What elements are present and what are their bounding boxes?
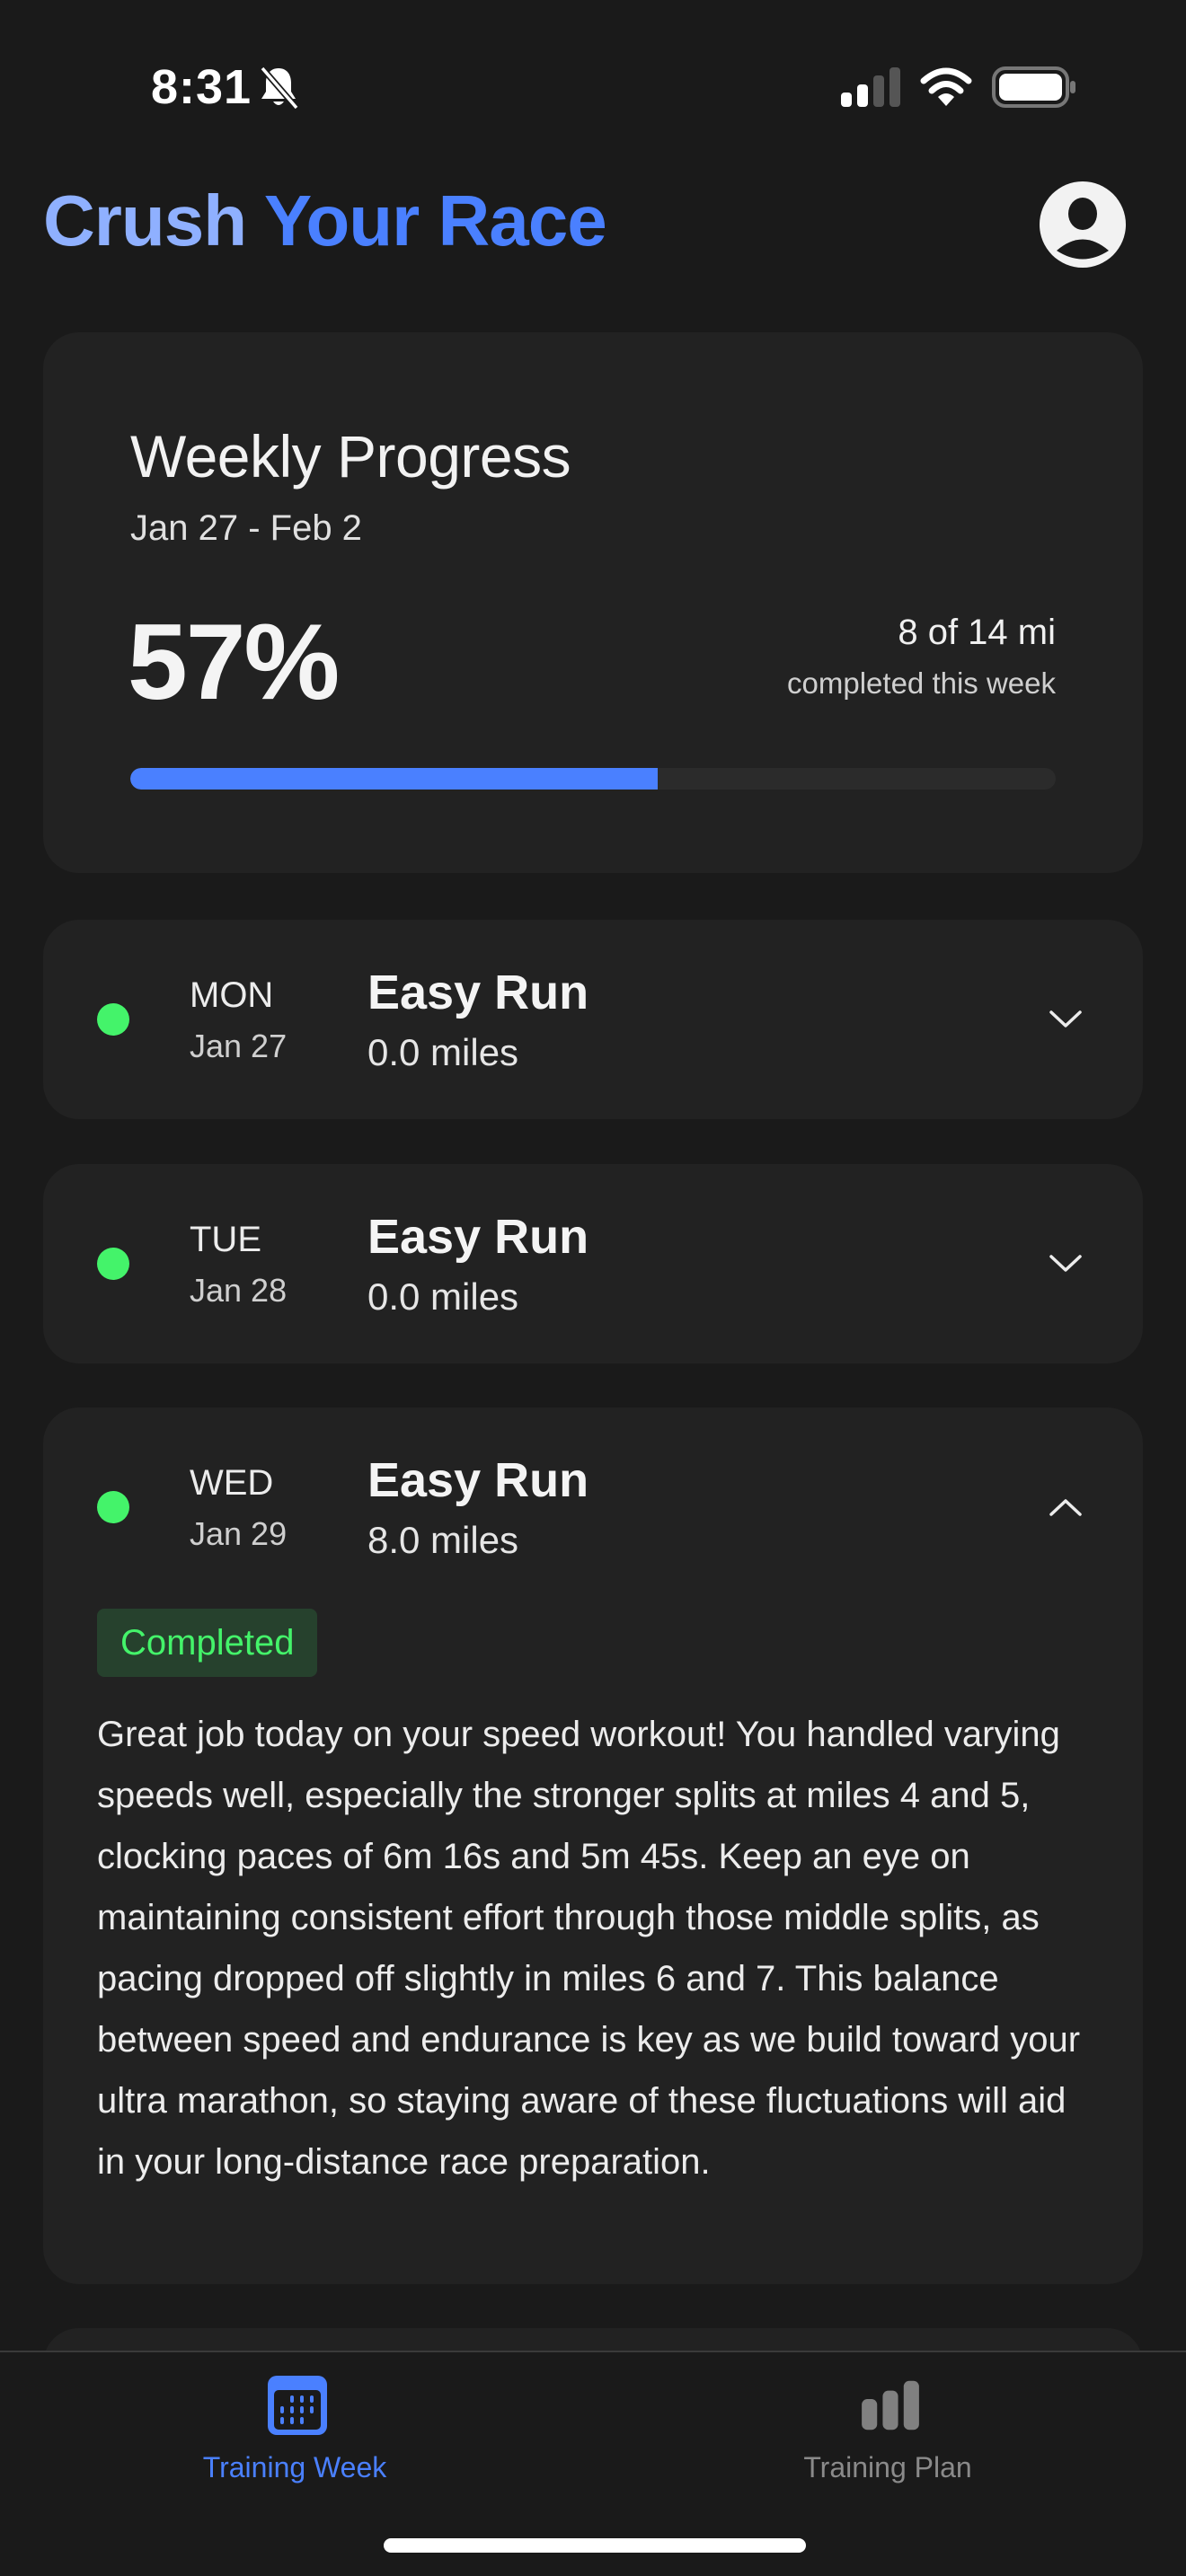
weekly-progress-date-range: Jan 27 - Feb 2 (130, 508, 362, 548)
status-badge: Completed (97, 1609, 318, 1677)
status-time: 8:31 (151, 60, 252, 114)
status-bar: 8:31 (0, 0, 1186, 171)
day-of-week: TUE (190, 1220, 261, 1259)
weekly-progress-caption: completed this week (787, 666, 1056, 700)
tab-label: Training Plan (803, 2451, 972, 2483)
workout-title: Easy Run (367, 1453, 589, 1507)
bell-slash-icon (260, 66, 299, 110)
weekly-progress-card: Weekly Progress Jan 27 - Feb 2 57% 8 of … (43, 332, 1143, 873)
day-date: Jan 28 (190, 1272, 288, 1309)
chevron-down-icon[interactable] (1048, 1006, 1084, 1033)
tab-training-plan[interactable]: Training Plan (708, 2352, 1067, 2532)
person-circle-icon[interactable] (1040, 181, 1126, 268)
day-card-wed[interactable]: WED Jan 29 Easy Run 8.0 miles Completed … (43, 1407, 1143, 2284)
weekly-progress-miles: 8 of 14 mi (898, 613, 1056, 652)
tab-training-week[interactable]: Training Week (115, 2352, 474, 2532)
weekly-progress-percent: 57% (128, 602, 340, 722)
battery-icon (992, 66, 1075, 108)
status-dot (97, 1491, 129, 1523)
app-title: Crush Your Race (43, 180, 607, 262)
day-of-week: WED (190, 1463, 274, 1503)
app-title-part2: Your Race (263, 181, 607, 260)
workout-miles: 0.0 miles (367, 1031, 519, 1073)
coach-feedback: Great job today on your speed workout! Y… (97, 1715, 1081, 2182)
workout-title: Easy Run (367, 966, 589, 1019)
tab-label: Training Week (202, 2451, 387, 2483)
weekly-progress-bar-fill (130, 768, 659, 790)
bar-chart-icon (862, 2380, 919, 2430)
weekly-progress-title: Weekly Progress (130, 423, 571, 490)
day-date: Jan 29 (190, 1515, 288, 1552)
workout-miles: 8.0 miles (367, 1519, 519, 1561)
workout-miles: 0.0 miles (367, 1275, 519, 1318)
chevron-up-icon[interactable] (1048, 1494, 1084, 1521)
day-card-mon[interactable]: MON Jan 27 Easy Run 0.0 miles (43, 920, 1143, 1119)
status-dot (97, 1248, 129, 1280)
day-card-tue[interactable]: TUE Jan 28 Easy Run 0.0 miles (43, 1164, 1143, 1363)
app-title-part1: Crush (43, 181, 247, 260)
cellular-signal-icon (841, 67, 900, 107)
wifi-icon (920, 67, 972, 106)
weekly-progress-bar (130, 768, 1056, 790)
day-of-week: MON (190, 975, 274, 1015)
chevron-down-icon[interactable] (1048, 1250, 1084, 1277)
home-indicator[interactable] (384, 2538, 806, 2553)
calendar-icon (268, 2376, 327, 2435)
day-date: Jan 27 (190, 1028, 288, 1064)
status-dot (97, 1003, 129, 1036)
workout-title: Easy Run (367, 1210, 589, 1264)
